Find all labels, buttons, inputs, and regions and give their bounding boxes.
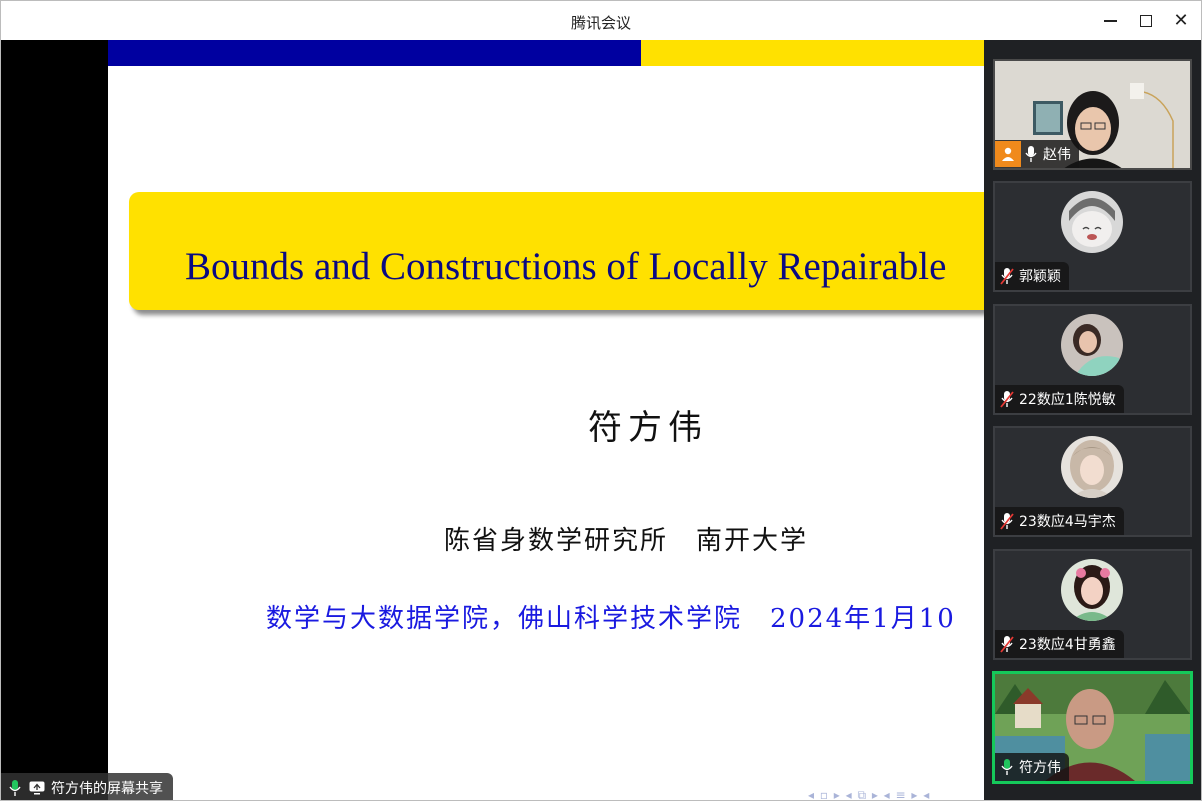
maximize-button[interactable] xyxy=(1134,9,1158,33)
participant-tile[interactable]: 22数应1陈悦敏 xyxy=(993,304,1192,415)
participant-avatar xyxy=(1061,314,1123,376)
participant-name-tag: 23数应4马宇杰 xyxy=(995,507,1124,535)
participant-name-tag: 符方伟 xyxy=(995,753,1069,781)
participant-tile[interactable]: 赵伟 xyxy=(993,59,1192,170)
participant-tile[interactable]: 23数应4甘勇鑫 xyxy=(993,549,1192,660)
beamer-nav-symbols[interactable]: ◂ ▫ ▸ ◂ ⧉ ▸ ◂ ≡ ▸ ◂ xyxy=(808,788,930,800)
participant-avatar xyxy=(1061,559,1123,621)
title-bar: 腾讯会议 ✕ xyxy=(1,1,1201,40)
slide-title: Bounds and Constructions of Locally Repa… xyxy=(185,245,947,288)
host-user-icon xyxy=(995,141,1021,167)
mic-on-icon xyxy=(1023,145,1039,163)
mic-muted-icon xyxy=(999,635,1015,653)
participant-name-tag: 22数应1陈悦敏 xyxy=(995,385,1124,413)
mic-on-icon xyxy=(999,758,1015,776)
participant-name-tag: 郭颖颖 xyxy=(995,262,1069,290)
mic-muted-icon xyxy=(999,512,1015,530)
participant-avatar xyxy=(1061,191,1123,253)
participant-avatar xyxy=(1061,436,1123,498)
slide-affiliation-1: 陈省身数学研究所 南开大学 xyxy=(444,526,809,556)
participant-name: 22数应1陈悦敏 xyxy=(1019,392,1116,408)
screen-share-label: 符方伟的屏幕共享 xyxy=(51,780,163,797)
participant-name: 郭颖颖 xyxy=(1019,269,1061,285)
participant-name-tag: 赵伟 xyxy=(995,140,1079,168)
participant-name: 符方伟 xyxy=(1019,760,1061,776)
slide-author: 符方伟 xyxy=(588,408,708,448)
participants-panel: 赵伟 郭颖颖 22数应1陈悦敏 23数应4马宇杰 23数应4甘勇鑫 符方伟 xyxy=(984,40,1201,800)
participant-tile[interactable]: 郭颖颖 xyxy=(993,181,1192,292)
participant-name-tag: 23数应4甘勇鑫 xyxy=(995,630,1124,658)
shared-screen-area: Bounds and Constructions of Locally Repa… xyxy=(1,40,1201,800)
close-icon: ✕ xyxy=(1173,10,1189,31)
header-band-blue xyxy=(108,40,641,66)
slide-affiliation-2: 数学与大数据学院，佛山科学技术学院 2024年1月10 xyxy=(266,604,956,634)
slide-title-box: Bounds and Constructions of Locally Repa… xyxy=(129,192,984,310)
meeting-window: 腾讯会议 ✕ Bounds and Constructions of Local… xyxy=(0,0,1202,801)
maximize-icon xyxy=(1140,15,1152,27)
mic-on-icon xyxy=(7,779,23,797)
mic-muted-icon xyxy=(999,390,1015,408)
minimize-button[interactable] xyxy=(1098,9,1122,33)
window-title: 腾讯会议 xyxy=(570,14,631,32)
minimize-icon xyxy=(1103,20,1117,22)
mic-muted-icon xyxy=(999,267,1015,285)
close-button[interactable]: ✕ xyxy=(1169,9,1193,33)
participant-tile[interactable]: 23数应4马宇杰 xyxy=(993,426,1192,537)
participant-name: 赵伟 xyxy=(1043,147,1071,163)
participant-name: 23数应4马宇杰 xyxy=(1019,514,1116,530)
screen-share-icon xyxy=(29,781,45,795)
screen-share-tag[interactable]: 符方伟的屏幕共享 xyxy=(1,773,173,800)
presentation-slide: Bounds and Constructions of Locally Repa… xyxy=(108,40,984,800)
active-speaker-tile[interactable]: 符方伟 xyxy=(992,671,1193,784)
participant-name: 23数应4甘勇鑫 xyxy=(1019,637,1116,653)
header-band-yellow xyxy=(641,40,984,66)
